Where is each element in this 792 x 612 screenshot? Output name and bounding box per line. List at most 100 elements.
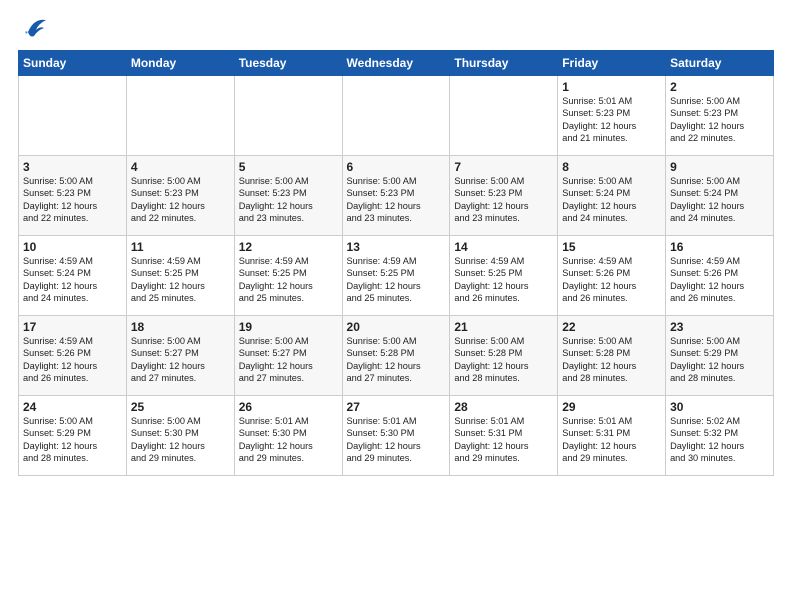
calendar-day-cell: 6Sunrise: 5:00 AM Sunset: 5:23 PM Daylig… [342,156,450,236]
calendar-table: SundayMondayTuesdayWednesdayThursdayFrid… [18,50,774,476]
calendar-week-row: 1Sunrise: 5:01 AM Sunset: 5:23 PM Daylig… [19,76,774,156]
day-number: 20 [347,320,446,334]
day-number: 27 [347,400,446,414]
calendar-day-cell: 5Sunrise: 5:00 AM Sunset: 5:23 PM Daylig… [234,156,342,236]
day-info: Sunrise: 5:01 AM Sunset: 5:31 PM Dayligh… [454,415,553,465]
day-number: 10 [23,240,122,254]
day-info: Sunrise: 5:00 AM Sunset: 5:23 PM Dayligh… [670,95,769,145]
day-info: Sunrise: 5:02 AM Sunset: 5:32 PM Dayligh… [670,415,769,465]
calendar-day-cell: 12Sunrise: 4:59 AM Sunset: 5:25 PM Dayli… [234,236,342,316]
day-number: 3 [23,160,122,174]
day-number: 6 [347,160,446,174]
calendar-week-row: 10Sunrise: 4:59 AM Sunset: 5:24 PM Dayli… [19,236,774,316]
day-number: 1 [562,80,661,94]
calendar-day-cell: 27Sunrise: 5:01 AM Sunset: 5:30 PM Dayli… [342,396,450,476]
calendar-day-cell: 18Sunrise: 5:00 AM Sunset: 5:27 PM Dayli… [126,316,234,396]
day-number: 14 [454,240,553,254]
header [18,18,774,42]
day-info: Sunrise: 4:59 AM Sunset: 5:25 PM Dayligh… [239,255,338,305]
day-info: Sunrise: 4:59 AM Sunset: 5:24 PM Dayligh… [23,255,122,305]
day-info: Sunrise: 5:00 AM Sunset: 5:28 PM Dayligh… [454,335,553,385]
day-info: Sunrise: 5:00 AM Sunset: 5:23 PM Dayligh… [131,175,230,225]
day-number: 8 [562,160,661,174]
calendar-week-row: 24Sunrise: 5:00 AM Sunset: 5:29 PM Dayli… [19,396,774,476]
calendar-day-cell [126,76,234,156]
day-info: Sunrise: 4:59 AM Sunset: 5:25 PM Dayligh… [454,255,553,305]
calendar-day-cell: 11Sunrise: 4:59 AM Sunset: 5:25 PM Dayli… [126,236,234,316]
day-info: Sunrise: 5:00 AM Sunset: 5:27 PM Dayligh… [131,335,230,385]
day-number: 25 [131,400,230,414]
calendar-day-cell: 26Sunrise: 5:01 AM Sunset: 5:30 PM Dayli… [234,396,342,476]
day-number: 2 [670,80,769,94]
calendar-day-cell: 2Sunrise: 5:00 AM Sunset: 5:23 PM Daylig… [666,76,774,156]
day-number: 7 [454,160,553,174]
day-info: Sunrise: 4:59 AM Sunset: 5:25 PM Dayligh… [347,255,446,305]
calendar-day-cell: 17Sunrise: 4:59 AM Sunset: 5:26 PM Dayli… [19,316,127,396]
day-info: Sunrise: 5:00 AM Sunset: 5:23 PM Dayligh… [347,175,446,225]
calendar-day-cell: 4Sunrise: 5:00 AM Sunset: 5:23 PM Daylig… [126,156,234,236]
logo [18,18,48,42]
calendar-day-cell [450,76,558,156]
calendar-week-row: 3Sunrise: 5:00 AM Sunset: 5:23 PM Daylig… [19,156,774,236]
calendar-day-header: Friday [558,51,666,76]
day-number: 9 [670,160,769,174]
calendar-day-header: Saturday [666,51,774,76]
day-info: Sunrise: 5:00 AM Sunset: 5:27 PM Dayligh… [239,335,338,385]
day-info: Sunrise: 5:00 AM Sunset: 5:28 PM Dayligh… [562,335,661,385]
day-info: Sunrise: 4:59 AM Sunset: 5:25 PM Dayligh… [131,255,230,305]
calendar-day-cell: 7Sunrise: 5:00 AM Sunset: 5:23 PM Daylig… [450,156,558,236]
day-info: Sunrise: 5:00 AM Sunset: 5:24 PM Dayligh… [670,175,769,225]
day-number: 4 [131,160,230,174]
day-info: Sunrise: 5:00 AM Sunset: 5:29 PM Dayligh… [670,335,769,385]
day-info: Sunrise: 4:59 AM Sunset: 5:26 PM Dayligh… [562,255,661,305]
calendar-week-row: 17Sunrise: 4:59 AM Sunset: 5:26 PM Dayli… [19,316,774,396]
calendar-day-cell: 13Sunrise: 4:59 AM Sunset: 5:25 PM Dayli… [342,236,450,316]
calendar-day-cell [342,76,450,156]
calendar-day-cell: 15Sunrise: 4:59 AM Sunset: 5:26 PM Dayli… [558,236,666,316]
day-info: Sunrise: 4:59 AM Sunset: 5:26 PM Dayligh… [23,335,122,385]
calendar-day-cell [234,76,342,156]
day-number: 18 [131,320,230,334]
day-info: Sunrise: 5:01 AM Sunset: 5:30 PM Dayligh… [347,415,446,465]
calendar-day-cell: 1Sunrise: 5:01 AM Sunset: 5:23 PM Daylig… [558,76,666,156]
calendar-day-header: Sunday [19,51,127,76]
page: SundayMondayTuesdayWednesdayThursdayFrid… [0,0,792,486]
calendar-day-cell: 14Sunrise: 4:59 AM Sunset: 5:25 PM Dayli… [450,236,558,316]
calendar-day-cell: 30Sunrise: 5:02 AM Sunset: 5:32 PM Dayli… [666,396,774,476]
logo-bird-icon [20,14,48,42]
calendar-day-cell: 16Sunrise: 4:59 AM Sunset: 5:26 PM Dayli… [666,236,774,316]
day-info: Sunrise: 5:00 AM Sunset: 5:23 PM Dayligh… [454,175,553,225]
day-number: 12 [239,240,338,254]
day-info: Sunrise: 5:00 AM Sunset: 5:23 PM Dayligh… [23,175,122,225]
day-info: Sunrise: 4:59 AM Sunset: 5:26 PM Dayligh… [670,255,769,305]
calendar-day-cell: 10Sunrise: 4:59 AM Sunset: 5:24 PM Dayli… [19,236,127,316]
calendar-day-cell: 3Sunrise: 5:00 AM Sunset: 5:23 PM Daylig… [19,156,127,236]
calendar-day-cell: 8Sunrise: 5:00 AM Sunset: 5:24 PM Daylig… [558,156,666,236]
calendar-day-cell: 21Sunrise: 5:00 AM Sunset: 5:28 PM Dayli… [450,316,558,396]
calendar-day-cell: 19Sunrise: 5:00 AM Sunset: 5:27 PM Dayli… [234,316,342,396]
calendar-day-cell: 25Sunrise: 5:00 AM Sunset: 5:30 PM Dayli… [126,396,234,476]
day-number: 21 [454,320,553,334]
day-info: Sunrise: 5:00 AM Sunset: 5:29 PM Dayligh… [23,415,122,465]
day-number: 30 [670,400,769,414]
day-info: Sunrise: 5:01 AM Sunset: 5:30 PM Dayligh… [239,415,338,465]
calendar-header-row: SundayMondayTuesdayWednesdayThursdayFrid… [19,51,774,76]
day-info: Sunrise: 5:01 AM Sunset: 5:23 PM Dayligh… [562,95,661,145]
day-number: 29 [562,400,661,414]
calendar-day-cell: 23Sunrise: 5:00 AM Sunset: 5:29 PM Dayli… [666,316,774,396]
calendar-day-header: Wednesday [342,51,450,76]
calendar-day-cell: 20Sunrise: 5:00 AM Sunset: 5:28 PM Dayli… [342,316,450,396]
day-info: Sunrise: 5:00 AM Sunset: 5:24 PM Dayligh… [562,175,661,225]
day-number: 23 [670,320,769,334]
day-number: 13 [347,240,446,254]
day-number: 11 [131,240,230,254]
day-number: 19 [239,320,338,334]
day-info: Sunrise: 5:01 AM Sunset: 5:31 PM Dayligh… [562,415,661,465]
day-number: 24 [23,400,122,414]
calendar-day-cell [19,76,127,156]
calendar-day-cell: 29Sunrise: 5:01 AM Sunset: 5:31 PM Dayli… [558,396,666,476]
day-number: 28 [454,400,553,414]
calendar-day-header: Monday [126,51,234,76]
calendar-day-header: Tuesday [234,51,342,76]
day-number: 22 [562,320,661,334]
